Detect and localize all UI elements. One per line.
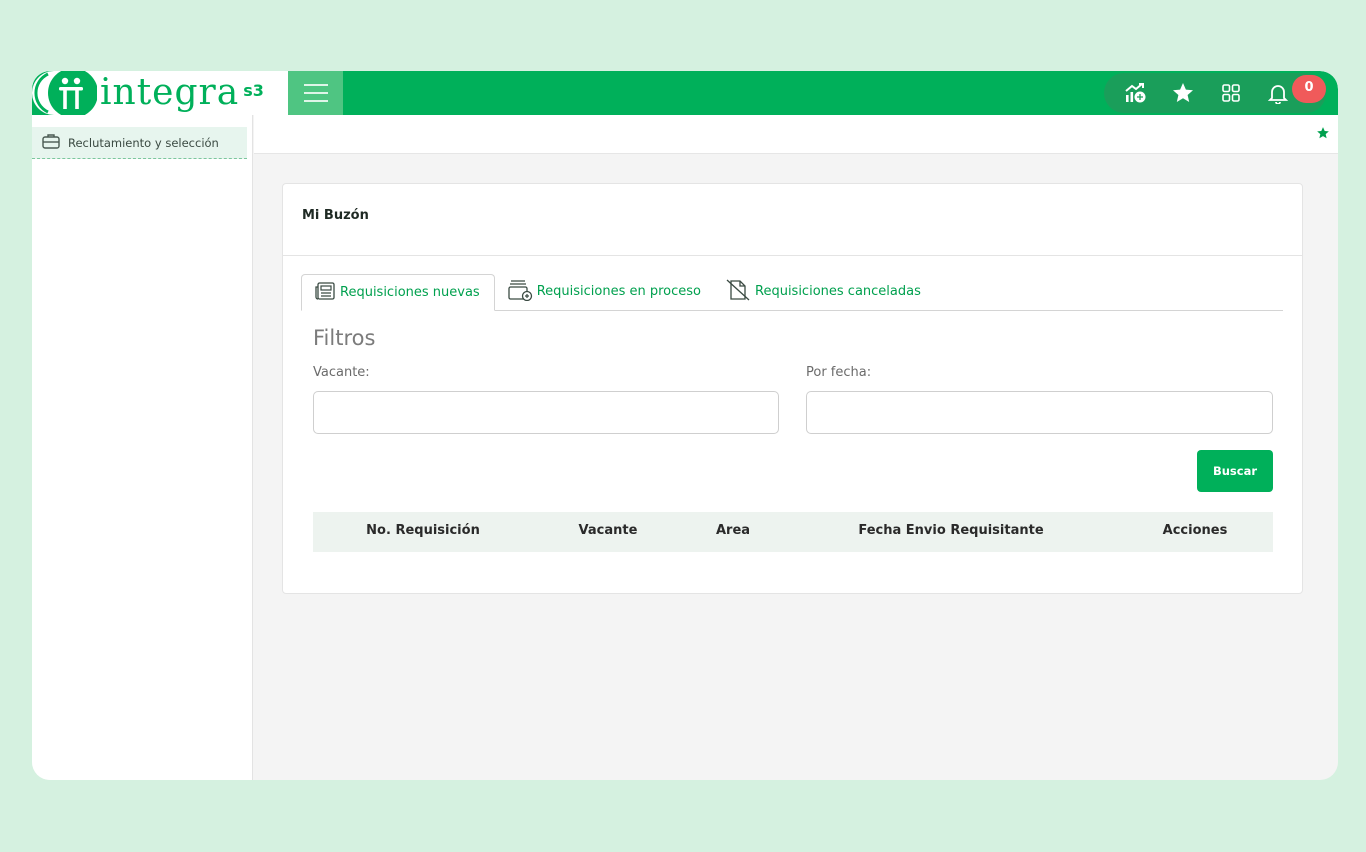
document-cancel-icon	[725, 279, 751, 305]
column-header[interactable]: Area	[716, 523, 750, 538]
tab-requisiciones-canceladas[interactable]: Requisiciones canceladas	[713, 273, 933, 310]
star-icon[interactable]	[1169, 79, 1197, 107]
vacante-label: Vacante:	[313, 365, 370, 380]
column-header[interactable]: Acciones	[1163, 523, 1228, 538]
sidebar-item-reclutamiento[interactable]: Reclutamiento y selección	[32, 127, 247, 159]
vacante-input[interactable]	[313, 391, 779, 434]
sidebar: Reclutamiento y selección	[32, 115, 253, 780]
requisition-tabs: Requisiciones nuevas Requisiciones en pr…	[301, 274, 1283, 311]
logo-text: integra	[100, 72, 240, 113]
notification-badge[interactable]: 0	[1292, 75, 1326, 103]
hamburger-icon	[303, 84, 328, 102]
briefcase-icon	[42, 133, 60, 152]
fecha-label: Por fecha:	[806, 365, 872, 380]
apps-grid-icon[interactable]	[1217, 79, 1245, 107]
table-header: No. Requisición Vacante Area Fecha Envio…	[313, 512, 1273, 552]
logo-mark-icon	[32, 71, 98, 115]
tab-label: Requisiciones canceladas	[755, 284, 921, 299]
app-window: integra s3 0 Reclutamiento y selección M…	[32, 71, 1338, 780]
card-title: Mi Buzón	[283, 184, 1302, 256]
column-header[interactable]: No. Requisición	[366, 523, 480, 538]
menu-toggle-button[interactable]	[288, 71, 343, 115]
column-header[interactable]: Fecha Envio Requisitante	[858, 523, 1043, 538]
tab-label: Requisiciones en proceso	[536, 284, 701, 299]
newspaper-icon	[314, 281, 336, 305]
fecha-input[interactable]	[806, 391, 1273, 434]
search-button[interactable]: Buscar	[1197, 450, 1273, 492]
column-header[interactable]: Vacante	[579, 523, 638, 538]
stats-icon[interactable]	[1122, 79, 1150, 107]
sidebar-item-label: Reclutamiento y selección	[68, 135, 219, 150]
bell-icon[interactable]	[1264, 79, 1292, 107]
top-bar: integra s3 0	[32, 71, 1338, 115]
tab-label: Requisiciones nuevas	[340, 285, 480, 300]
mailbox-card: Mi Buzón Requisiciones nuevas Requisicio…	[282, 183, 1303, 594]
tab-requisiciones-en-proceso[interactable]: Requisiciones en proceso	[495, 273, 713, 310]
tab-requisiciones-nuevas[interactable]: Requisiciones nuevas	[301, 274, 495, 311]
favorite-star-icon[interactable]	[1316, 125, 1330, 144]
brand-logo[interactable]: integra s3	[32, 71, 288, 115]
filters-title: Filtros	[313, 326, 376, 350]
logo-suffix: s3	[243, 80, 264, 100]
folder-plus-icon	[507, 279, 533, 305]
breadcrumb-bar	[254, 115, 1338, 154]
